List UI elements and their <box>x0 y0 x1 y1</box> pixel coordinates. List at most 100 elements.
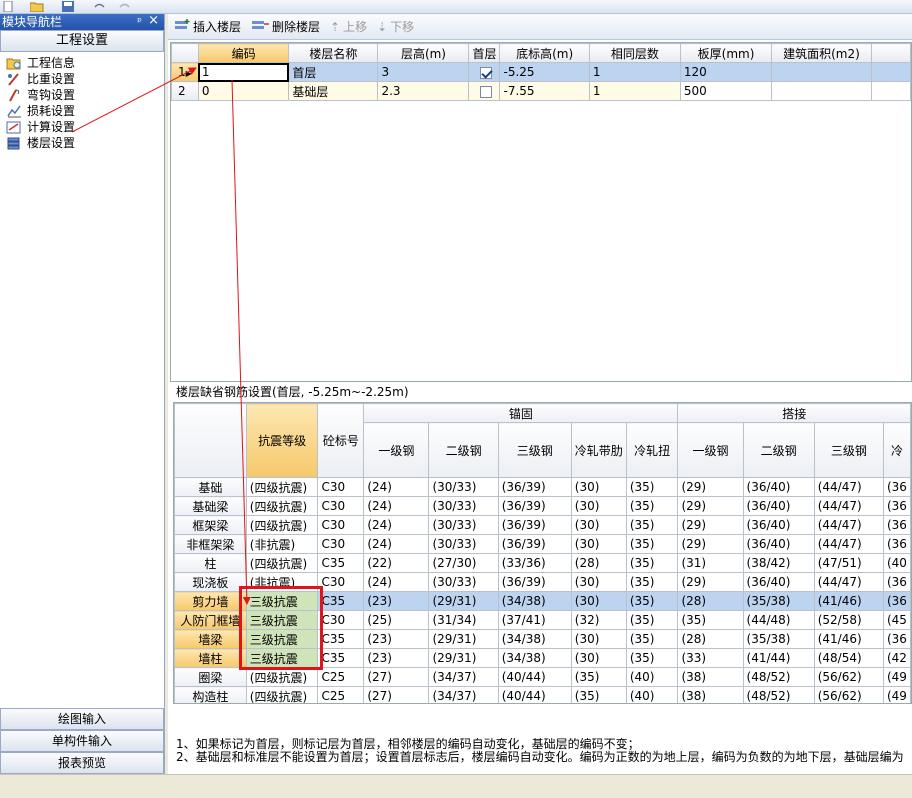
cell-anchorage[interactable]: (35) <box>625 496 679 516</box>
cell-lap[interactable]: (36 <box>882 477 911 497</box>
col-header-lap-cold[interactable]: 冷 <box>882 422 911 478</box>
cell-anchorage[interactable]: (30/33) <box>428 477 499 497</box>
col-header-anchor-grade3[interactable]: 三级钢 <box>497 422 572 478</box>
cell-anchorage[interactable]: (30) <box>570 534 627 554</box>
cell-lap[interactable]: (35/38) <box>742 629 815 649</box>
cell-seismic-grade[interactable]: (非抗震) <box>245 572 319 592</box>
cell-anchorage[interactable]: (29/31) <box>428 629 499 649</box>
nav-item-hook[interactable]: 弯钩设置 <box>6 87 164 103</box>
first-floor-checkbox[interactable] <box>480 66 493 79</box>
cell-seismic-grade[interactable]: 三级抗震 <box>245 648 319 668</box>
undo-icon[interactable] <box>92 1 105 12</box>
cell-concrete-grade[interactable]: C30 <box>317 496 365 516</box>
col-header-building-area[interactable]: 建筑面积(m2) <box>771 43 872 63</box>
cell-lap[interactable]: (36 <box>882 591 911 611</box>
cell-concrete-grade[interactable]: C30 <box>317 477 365 497</box>
table-row[interactable]: 柱 (四级抗震) C35 (22) (27/30) (33/36) (28) (35) (31)… <box>174 553 911 573</box>
cell-lap[interactable]: (36/40) <box>742 534 815 554</box>
table-row[interactable]: 1▶ 1 首层 3 -5.25 1 120 <box>171 62 911 82</box>
cell-anchorage[interactable]: (35) <box>625 553 679 573</box>
cell-anchorage[interactable]: (30/33) <box>428 496 499 516</box>
cell-lap[interactable]: (56/62) <box>813 667 884 687</box>
cell-anchorage[interactable]: (36/39) <box>497 515 572 535</box>
cell-lap[interactable]: (29) <box>677 572 744 592</box>
new-file-icon[interactable] <box>2 0 14 13</box>
nav-tab-report-preview[interactable]: 报表预览 <box>0 752 164 774</box>
table-row[interactable]: 墙柱 三级抗震 C35 (23) (29/31) (34/38) (30) (35) (33)(… <box>174 648 911 668</box>
nav-item-project-info[interactable]: 工程信息 <box>6 55 164 71</box>
cell-seismic-grade[interactable]: 三级抗震 <box>245 591 319 611</box>
cell-anchorage[interactable]: (24) <box>363 572 430 592</box>
cell-anchorage[interactable]: (29/31) <box>428 591 499 611</box>
table-row[interactable]: 构造柱 (四级抗震) C25 (27) (34/37) (40/44) (35) (40) (3… <box>174 686 911 703</box>
cell-lap[interactable]: (35/38) <box>742 591 815 611</box>
cell-anchorage[interactable]: (23) <box>363 648 430 668</box>
cell-floor-name[interactable]: 首层 <box>288 62 379 82</box>
cell-anchorage[interactable]: (27) <box>363 667 430 687</box>
col-header-seismic-grade[interactable]: 抗震等级 <box>245 403 319 478</box>
cell-seismic-grade[interactable]: (非抗震) <box>245 534 319 554</box>
cell-seismic-grade[interactable]: (四级抗震) <box>245 496 319 516</box>
cell-anchorage[interactable]: (36/39) <box>497 534 572 554</box>
cell-lap[interactable]: (45 <box>882 610 911 630</box>
cell-lap[interactable]: (33) <box>677 648 744 668</box>
cell-anchorage[interactable]: (35) <box>625 572 679 592</box>
row-header-component[interactable]: 框架梁 <box>174 515 247 535</box>
cell-code[interactable]: 1 <box>197 62 290 82</box>
pin-icon[interactable]: ᵖ <box>137 14 142 30</box>
cell-lap[interactable]: (42 <box>882 648 911 668</box>
cell-anchorage[interactable]: (35) <box>625 648 679 668</box>
cell-floor-height[interactable]: 3 <box>377 62 470 82</box>
cell-seismic-grade[interactable]: (四级抗震) <box>245 686 319 703</box>
cell-anchorage[interactable]: (35) <box>625 477 679 497</box>
row-header-component[interactable]: 构造柱 <box>174 686 247 703</box>
row-header-component[interactable]: 现浇板 <box>174 572 247 592</box>
col-header-bottom-elevation[interactable]: 底标高(m) <box>499 43 590 63</box>
col-header-lap-grade2[interactable]: 二级钢 <box>742 422 815 478</box>
table-row[interactable]: 现浇板 (非抗震) C30 (24) (30/33) (36/39) (30) (35) (29… <box>174 572 911 592</box>
col-header-anchor-grade2[interactable]: 二级钢 <box>428 422 499 478</box>
cell-lap[interactable]: (41/46) <box>813 629 884 649</box>
table-row[interactable]: 圈梁 (四级抗震) C25 (27) (34/37) (40/44) (35) (40) (38… <box>174 667 911 687</box>
nav-tab-single-component[interactable]: 单构件输入 <box>0 730 164 752</box>
cell-slab-thickness[interactable]: 500 <box>679 81 773 101</box>
row-header-component[interactable]: 剪力墙 <box>174 591 247 611</box>
row-number[interactable]: 2 <box>171 81 199 101</box>
cell-anchorage[interactable]: (30/33) <box>428 515 499 535</box>
cell-building-area[interactable] <box>771 62 872 82</box>
cell-lap[interactable]: (36 <box>882 534 911 554</box>
cell-lap[interactable]: (29) <box>677 534 744 554</box>
cell-anchorage[interactable]: (30) <box>570 572 627 592</box>
row-header-component[interactable]: 非框架梁 <box>174 534 247 554</box>
cell-anchorage[interactable]: (24) <box>363 477 430 497</box>
cell-anchorage[interactable]: (30) <box>570 591 627 611</box>
row-header-component[interactable]: 基础 <box>174 477 247 497</box>
nav-item-floor[interactable]: 楼层设置 <box>6 135 164 151</box>
cell-seismic-grade[interactable]: (四级抗震) <box>245 515 319 535</box>
cell-anchorage[interactable]: (30) <box>570 496 627 516</box>
cell-lap[interactable]: (36 <box>882 515 911 535</box>
cell-lap[interactable]: (49 <box>882 667 911 687</box>
cell-concrete-grade[interactable]: C30 <box>317 610 365 630</box>
table-row[interactable]: 剪力墙 三级抗震 C35 (23) (29/31) (34/38) (30) (35) (28)… <box>174 591 911 611</box>
table-row[interactable]: 人防门框墙 三级抗震 C30 (25) (31/34) (37/41) (32) (35) (3… <box>174 610 911 630</box>
cell-anchorage[interactable]: (31/34) <box>428 610 499 630</box>
cell-anchorage[interactable]: (34/38) <box>497 648 572 668</box>
cell-lap[interactable]: (28) <box>677 629 744 649</box>
cell-anchorage[interactable]: (35) <box>625 515 679 535</box>
nav-item-loss[interactable]: 损耗设置 <box>6 103 164 119</box>
cell-anchorage[interactable]: (29/31) <box>428 648 499 668</box>
move-down-button[interactable]: ⇣ 下移 <box>377 18 414 35</box>
nav-section-project-settings[interactable]: 工程设置 <box>0 30 164 52</box>
cell-lap[interactable]: (28) <box>677 591 744 611</box>
cell-anchorage[interactable]: (36/39) <box>497 496 572 516</box>
cell-anchorage[interactable]: (36/39) <box>497 477 572 497</box>
table-row[interactable]: 框架梁 (四级抗震) C30 (24) (30/33) (36/39) (30) (35) (2… <box>174 515 911 535</box>
cell-anchorage[interactable]: (40/44) <box>497 686 572 703</box>
row-header-component[interactable]: 墙梁 <box>174 629 247 649</box>
row-header-component[interactable]: 墙柱 <box>174 648 247 668</box>
cell-lap[interactable]: (38/42) <box>742 553 815 573</box>
save-icon[interactable] <box>62 1 74 12</box>
cell-lap[interactable]: (36/40) <box>742 477 815 497</box>
cell-concrete-grade[interactable]: C30 <box>317 572 365 592</box>
